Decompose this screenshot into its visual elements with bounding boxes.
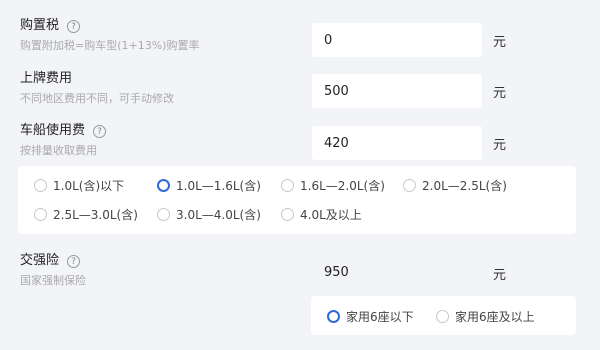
purchase-tax-label-group: 购置税 ? 购置附加税=购车型(1+13%)购置率 [20, 17, 199, 53]
vessel-tax-label-group: 车船使用费 ? 按排量收取费用 [20, 122, 107, 158]
vessel-tax-label-text: 车船使用费 [20, 123, 86, 138]
radio-option[interactable]: 1.6L—2.0L(含) [281, 177, 385, 194]
purchase-tax-hint: 购置附加税=购车型(1+13%)购置率 [20, 39, 200, 52]
radio-option-label: 家用6座及以上 [455, 310, 535, 324]
radio-option-label: 1.0L(含)以下 [53, 179, 125, 193]
purchase-tax-input[interactable] [312, 23, 482, 57]
compulsory-insurance-label-group: 交强险 ? 国家强制保险 [20, 252, 86, 288]
radio-option-label: 家用6座以下 [346, 310, 414, 324]
vessel-tax-label: 车船使用费 ? [20, 122, 107, 140]
radio-option-selected[interactable]: 1.0L—1.6L(含) [157, 177, 261, 194]
compulsory-insurance-input[interactable] [312, 255, 482, 289]
purchase-tax-label: 购置税 ? [20, 17, 199, 35]
radio-checked-icon [157, 179, 170, 192]
radio-circle-icon [403, 179, 416, 192]
radio-circle-icon [436, 310, 449, 323]
plate-fee-hint: 不同地区费用不同，可手动修改 [20, 92, 174, 105]
radio-option[interactable]: 1.0L(含)以下 [34, 177, 124, 194]
vessel-tax-input[interactable] [312, 126, 482, 160]
radio-option-label: 1.6L—2.0L(含) [300, 179, 385, 193]
radio-option-label: 1.0L—1.6L(含) [176, 179, 261, 193]
help-icon[interactable]: ? [93, 124, 107, 138]
vessel-tax-unit: 元 [493, 138, 507, 153]
radio-circle-icon [281, 208, 294, 221]
seat-options-panel: 家用6座以下 家用6座及以上 [311, 296, 576, 335]
plate-fee-unit: 元 [493, 86, 507, 101]
compulsory-insurance-unit: 元 [493, 268, 507, 283]
radio-option[interactable]: 2.5L—3.0L(含) [34, 206, 138, 223]
plate-fee-label-group: 上牌费用 不同地区费用不同，可手动修改 [20, 70, 174, 106]
plate-fee-label: 上牌费用 [20, 71, 73, 86]
radio-circle-icon [281, 179, 294, 192]
radio-circle-icon [34, 208, 47, 221]
radio-option-selected[interactable]: 家用6座以下 [327, 308, 414, 325]
radio-option[interactable]: 2.0L—2.5L(含) [403, 177, 507, 194]
purchase-tax-label-text: 购置税 [20, 18, 60, 33]
radio-option-label: 2.0L—2.5L(含) [422, 179, 507, 193]
radio-circle-icon [157, 208, 170, 221]
compulsory-insurance-label-text: 交强险 [20, 253, 60, 268]
compulsory-insurance-label: 交强险 ? [20, 252, 86, 270]
radio-checked-icon [327, 310, 340, 323]
purchase-tax-unit: 元 [493, 35, 507, 50]
vessel-tax-hint: 按排量收取费用 [20, 144, 97, 157]
help-icon[interactable]: ? [67, 254, 81, 268]
radio-option[interactable]: 3.0L—4.0L(含) [157, 206, 261, 223]
radio-option-label: 4.0L及以上 [300, 208, 362, 222]
help-icon[interactable]: ? [67, 19, 81, 33]
radio-option-label: 3.0L—4.0L(含) [176, 208, 261, 222]
plate-fee-input[interactable] [312, 74, 482, 108]
compulsory-insurance-hint: 国家强制保险 [20, 274, 86, 287]
radio-option[interactable]: 4.0L及以上 [281, 206, 362, 223]
displacement-options-panel: 1.0L(含)以下 1.0L—1.6L(含) 1.6L—2.0L(含) 2.0L… [18, 166, 576, 234]
radio-option-label: 2.5L—3.0L(含) [53, 208, 138, 222]
radio-option[interactable]: 家用6座及以上 [436, 308, 535, 325]
radio-circle-icon [34, 179, 47, 192]
